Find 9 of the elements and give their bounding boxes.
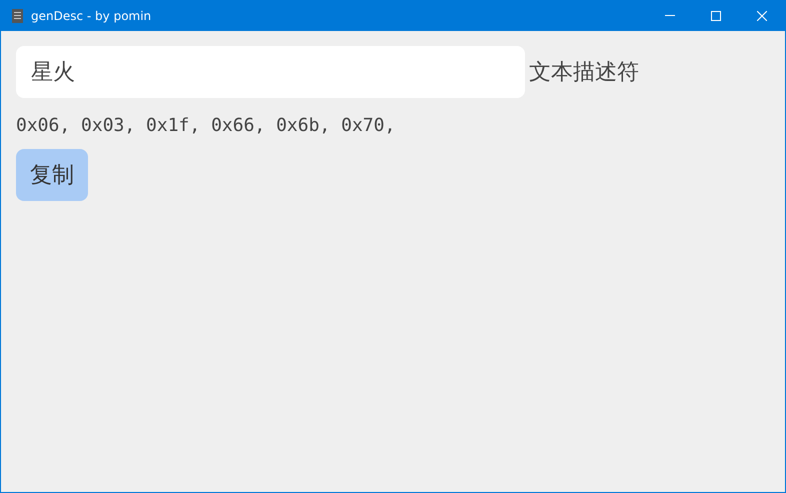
minimize-icon bbox=[665, 15, 675, 16]
copy-button[interactable]: 复制 bbox=[16, 149, 88, 201]
field-label: 文本描述符 bbox=[529, 58, 639, 86]
text-field[interactable]: 星火 bbox=[16, 46, 525, 98]
app-icon bbox=[12, 8, 23, 22]
window-title: genDesc - by pomin bbox=[31, 8, 152, 24]
close-icon bbox=[757, 10, 767, 20]
maximize-icon bbox=[711, 10, 721, 20]
output-text: 0x06, 0x03, 0x1f, 0x66, 0x6b, 0x70, bbox=[16, 114, 396, 138]
